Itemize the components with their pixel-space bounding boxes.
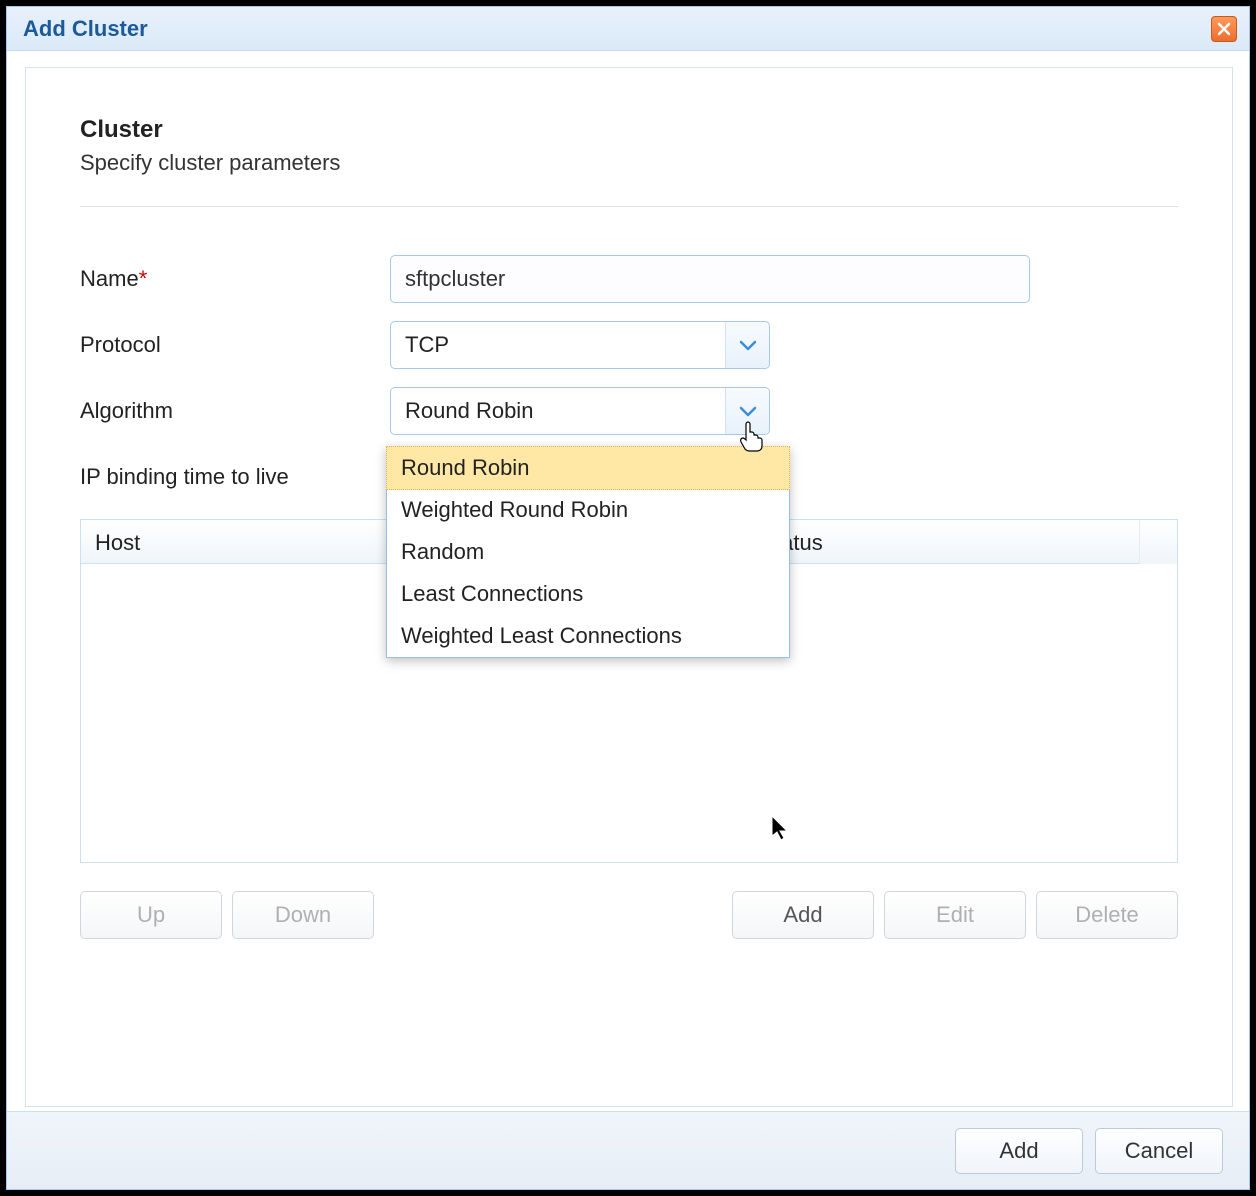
chevron-down-icon: [739, 339, 757, 351]
dropdown-item-weighted-round-robin[interactable]: Weighted Round Robin: [387, 489, 789, 531]
row-algorithm: Algorithm Round Robin: [80, 387, 1178, 435]
ipbind-label: IP binding time to live: [80, 464, 390, 490]
protocol-label: Protocol: [80, 332, 390, 358]
dropdown-item-weighted-least-connections[interactable]: Weighted Least Connections: [387, 615, 789, 657]
up-button[interactable]: Up: [80, 891, 222, 939]
dialog-footer: Add Cancel: [7, 1111, 1249, 1189]
algorithm-dropdown[interactable]: Round Robin Weighted Round Robin Random …: [386, 446, 790, 658]
title-bar: Add Cluster: [7, 7, 1249, 51]
name-label: Name*: [80, 266, 390, 292]
protocol-value: TCP: [391, 332, 725, 358]
add-cluster-dialog: Add Cluster Cluster Specify cluster para…: [6, 6, 1250, 1190]
dropdown-item-random[interactable]: Random: [387, 531, 789, 573]
add-host-button[interactable]: Add: [732, 891, 874, 939]
btn-group-right: Add Edit Delete: [732, 891, 1178, 939]
section-subheading: Specify cluster parameters: [80, 150, 1178, 176]
divider: [80, 206, 1178, 207]
delete-host-button[interactable]: Delete: [1036, 891, 1178, 939]
algorithm-combo[interactable]: Round Robin: [390, 387, 770, 435]
dropdown-item-round-robin[interactable]: Round Robin: [386, 446, 790, 490]
chevron-down-icon: [739, 405, 757, 417]
close-icon[interactable]: [1211, 16, 1237, 42]
btn-group-left: Up Down: [80, 891, 374, 939]
dialog-title: Add Cluster: [23, 16, 148, 42]
col-status[interactable]: tatus: [761, 520, 1177, 563]
grid-button-row: Up Down Add Edit Delete: [80, 891, 1178, 939]
algorithm-value: Round Robin: [391, 398, 725, 424]
inner-panel: Cluster Specify cluster parameters Name*…: [25, 67, 1233, 1107]
protocol-combo[interactable]: TCP: [390, 321, 770, 369]
footer-add-button[interactable]: Add: [955, 1128, 1083, 1174]
protocol-trigger[interactable]: [725, 322, 769, 368]
grid-scroll-corner: [1139, 520, 1177, 564]
name-input[interactable]: [390, 255, 1030, 303]
row-protocol: Protocol TCP: [80, 321, 1178, 369]
algorithm-label: Algorithm: [80, 398, 390, 424]
section-heading: Cluster: [80, 116, 1178, 144]
dropdown-item-least-connections[interactable]: Least Connections: [387, 573, 789, 615]
down-button[interactable]: Down: [232, 891, 374, 939]
algorithm-trigger[interactable]: [725, 388, 769, 434]
required-star: *: [139, 266, 148, 291]
row-name: Name*: [80, 255, 1178, 303]
footer-cancel-button[interactable]: Cancel: [1095, 1128, 1223, 1174]
edit-host-button[interactable]: Edit: [884, 891, 1026, 939]
